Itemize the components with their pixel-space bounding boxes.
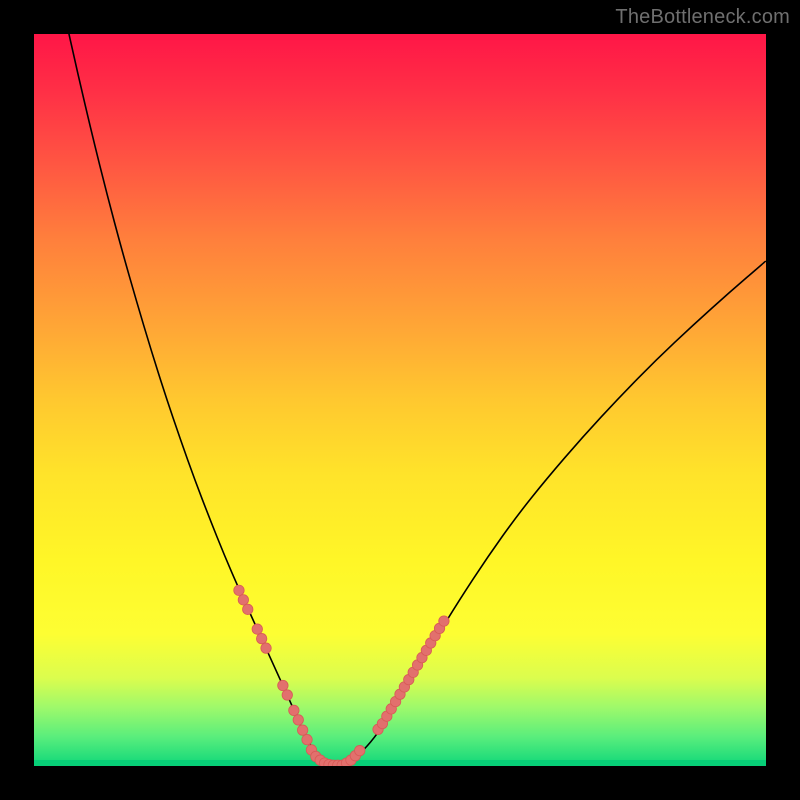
highlight-dot xyxy=(234,585,244,595)
highlight-dot xyxy=(256,633,266,643)
plot-area xyxy=(34,34,766,766)
highlight-dot xyxy=(355,745,365,755)
highlight-dot xyxy=(297,725,307,735)
highlight-dot xyxy=(238,595,248,605)
highlight-dot xyxy=(261,643,271,653)
highlight-dot xyxy=(252,624,262,634)
highlight-dot xyxy=(289,705,299,715)
highlight-dot xyxy=(282,690,292,700)
curve-svg xyxy=(34,34,766,766)
highlight-dot xyxy=(278,680,288,690)
highlight-dot xyxy=(302,734,312,744)
highlight-dot xyxy=(243,604,253,614)
highlight-dot xyxy=(439,616,449,626)
watermark-text: TheBottleneck.com xyxy=(615,6,790,29)
chart-stage: TheBottleneck.com xyxy=(0,0,800,800)
bottleneck-curve-path xyxy=(34,34,766,765)
highlight-dots-group xyxy=(234,585,449,766)
highlight-dot xyxy=(293,715,303,725)
